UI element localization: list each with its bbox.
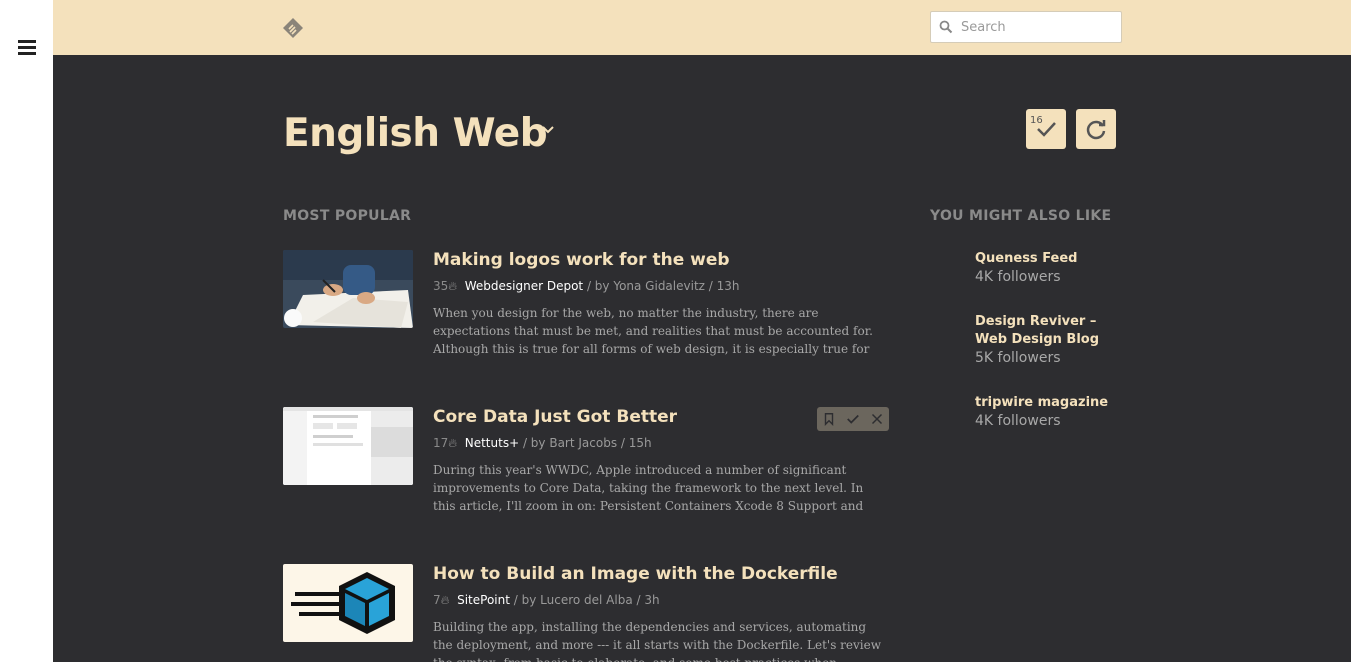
article-byline: / by Lucero del Alba / 3h <box>509 593 660 607</box>
suggestion-followers: 4K followers <box>975 413 1061 429</box>
search-icon <box>939 20 953 34</box>
suggestion-name[interactable]: Design Reviver – Web Design Blog <box>975 313 1125 349</box>
engagement-count: 7 <box>433 593 441 607</box>
article-title[interactable]: How to Build an Image with the Dockerfil… <box>433 564 838 584</box>
article-summary[interactable]: Building the app, installing the depende… <box>433 618 889 662</box>
search-input[interactable] <box>961 12 1116 42</box>
suggestion-followers: 5K followers <box>975 350 1061 366</box>
engagement-count: 17 <box>433 436 449 450</box>
mark-as-read-button[interactable] <box>841 407 865 431</box>
checkmark-icon <box>847 414 859 424</box>
refresh-icon <box>1086 120 1106 140</box>
feed-title[interactable]: English Web <box>283 111 548 156</box>
suggestion-name[interactable]: Queness Feed <box>975 250 1135 268</box>
suggestion-followers: 4K followers <box>975 269 1061 285</box>
flame-icon: 🔥︎ <box>448 279 458 293</box>
article-title[interactable]: Making logos work for the web <box>433 250 730 270</box>
article-byline: / by Bart Jacobs / 15h <box>519 436 652 450</box>
bookmark-icon <box>824 413 834 426</box>
suggestion-name[interactable]: tripwire magazine <box>975 394 1135 412</box>
article-summary[interactable]: During this year's WWDC, Apple introduce… <box>433 461 889 515</box>
article-thumbnail[interactable] <box>283 564 413 642</box>
suggestion-item[interactable]: Design Reviver – Web Design Blog 5K foll… <box>975 313 1125 367</box>
engagement-count: 35 <box>433 279 449 293</box>
refresh-button[interactable] <box>1076 109 1116 149</box>
suggestion-item[interactable]: tripwire magazine 4K followers <box>975 394 1135 430</box>
search-box[interactable] <box>930 11 1122 43</box>
flame-icon: 🔥︎ <box>448 436 458 450</box>
article-source-link[interactable]: Nettuts+ <box>465 436 519 450</box>
article-item[interactable]: Core Data Just Got Better 17🔥︎ Nettuts+ … <box>283 407 893 517</box>
suggestion-item[interactable]: Queness Feed 4K followers <box>975 250 1135 286</box>
close-icon <box>871 413 883 425</box>
article-item[interactable]: Making logos work for the web 35🔥︎ Webde… <box>283 250 893 360</box>
feedly-logo-icon[interactable] <box>282 17 304 39</box>
article-meta: 17🔥︎ Nettuts+ / by Bart Jacobs / 15h <box>433 436 652 451</box>
article-source-link[interactable]: SitePoint <box>457 593 510 607</box>
hide-article-button[interactable] <box>865 407 889 431</box>
article-source-link[interactable]: Webdesigner Depot <box>465 279 583 293</box>
also-like-heading: YOU MIGHT ALSO LIKE <box>930 208 1112 224</box>
mark-all-read-button[interactable]: 16 <box>1026 109 1066 149</box>
article-byline: / by Yona Gidalevitz / 13h <box>583 279 740 293</box>
chevron-down-icon[interactable] <box>541 123 555 137</box>
feed-title-row: English Web <box>283 111 554 156</box>
save-for-later-button[interactable] <box>817 407 841 431</box>
article-thumbnail[interactable] <box>283 250 413 328</box>
hamburger-menu-icon[interactable] <box>18 40 36 55</box>
most-popular-heading: MOST POPULAR <box>283 208 412 224</box>
flame-icon: 🔥︎ <box>440 593 450 607</box>
article-summary[interactable]: When you design for the web, no matter t… <box>433 304 889 358</box>
article-title[interactable]: Core Data Just Got Better <box>433 407 677 427</box>
article-meta: 35🔥︎ Webdesigner Depot / by Yona Gidalev… <box>433 279 740 294</box>
left-sidebar <box>0 0 53 662</box>
article-item[interactable]: How to Build an Image with the Dockerfil… <box>283 564 893 662</box>
top-header <box>53 0 1351 55</box>
article-thumbnail[interactable] <box>283 407 413 485</box>
article-actions <box>817 407 889 431</box>
checkmark-icon <box>1037 122 1056 137</box>
article-meta: 7🔥︎ SitePoint / by Lucero del Alba / 3h <box>433 593 660 608</box>
